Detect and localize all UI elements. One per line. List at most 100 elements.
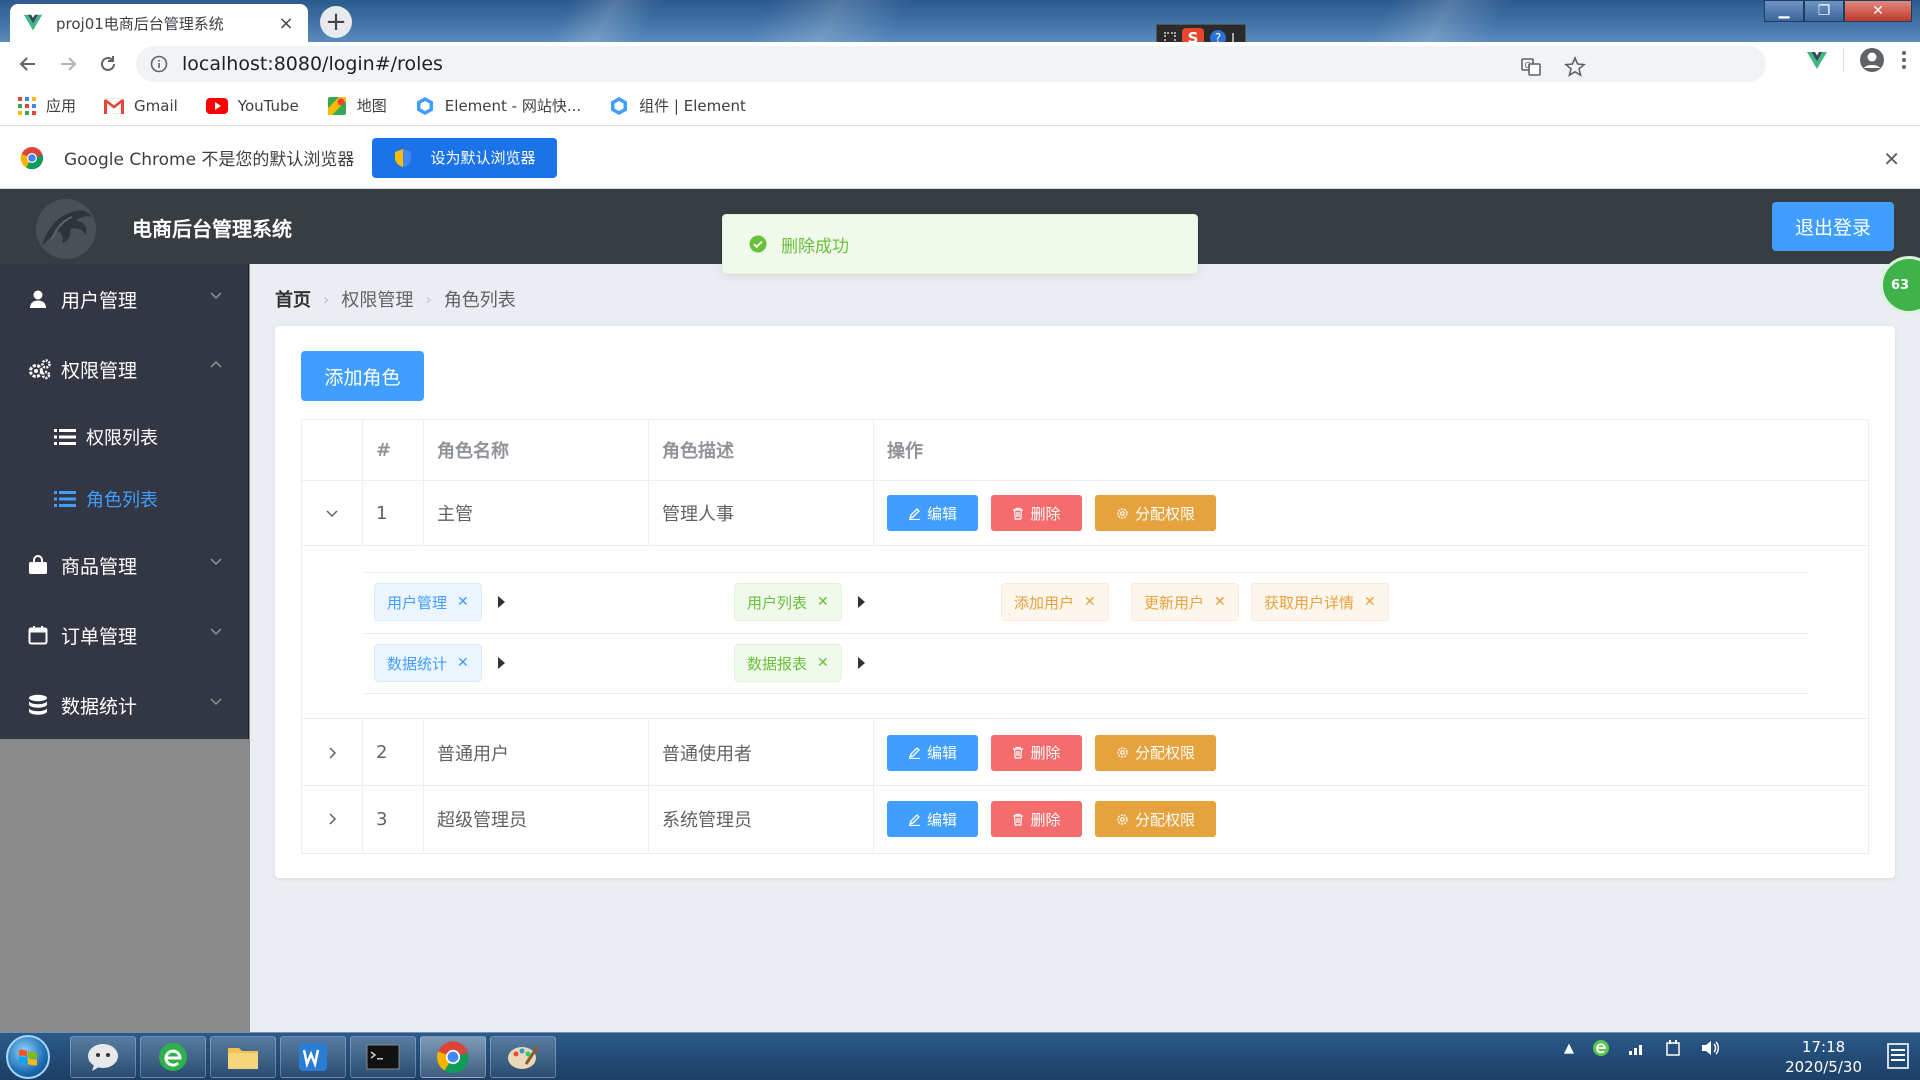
translate-icon[interactable]: G	[1520, 56, 1542, 78]
bookmark-maps[interactable]: 地图	[327, 95, 387, 116]
breadcrumb-home[interactable]: 首页	[275, 286, 311, 312]
tag-close-icon[interactable]: ✕	[1214, 594, 1226, 610]
sidebar-item-label: 权限管理	[61, 359, 138, 382]
back-button[interactable]	[8, 44, 48, 84]
browser-tab[interactable]: proj01电商后台管理系统 ×	[10, 4, 308, 42]
reload-button[interactable]	[88, 44, 128, 84]
network-icon[interactable]	[1628, 1040, 1646, 1056]
taskbar-explorer[interactable]	[210, 1036, 276, 1078]
right-tag-level2: 用户列表 ✕	[734, 583, 842, 621]
column-header: 角色名称	[424, 420, 649, 480]
youtube-icon	[205, 97, 228, 114]
keyboard-icon[interactable]	[1164, 32, 1176, 42]
bookmark-label: 应用	[46, 97, 77, 115]
power-icon[interactable]	[1664, 1039, 1682, 1057]
bookmark-star-icon[interactable]	[1564, 56, 1586, 78]
delete-button[interactable]: 删除	[991, 495, 1082, 531]
logout-button[interactable]: 退出登录	[1772, 202, 1894, 251]
taskbar-ie[interactable]	[140, 1036, 206, 1078]
set-default-browser-button[interactable]: 设为默认浏览器	[372, 137, 558, 178]
bookmark-element-components[interactable]: 组件 | Element	[609, 95, 746, 116]
tab-close-icon[interactable]: ×	[276, 13, 296, 34]
add-role-button[interactable]: 添加角色	[301, 351, 424, 401]
sidebar-item-users[interactable]: 用户管理	[0, 264, 249, 334]
assign-rights-button[interactable]: 分配权限	[1095, 734, 1216, 771]
vue-devtools-icon[interactable]	[1805, 48, 1829, 72]
expand-toggle[interactable]	[302, 786, 363, 852]
taskbar-paint[interactable]	[490, 1036, 556, 1078]
window-controls: ▁ ❐ ✕	[1764, 0, 1912, 22]
roles-table: # 角色名称 角色描述 操作 1 主管 管理人事 编辑 删除 分配权限 用户管理…	[301, 419, 1869, 854]
bookmark-youtube[interactable]: YouTube	[205, 97, 299, 115]
level2-group: 用户列表 ✕ 添加用户 ✕ 更新用户 ✕ 获取用户详情 ✕	[724, 573, 1808, 633]
volume-icon[interactable]	[1700, 1039, 1720, 1057]
tag-close-icon[interactable]: ✕	[817, 594, 829, 610]
delete-label: 删除	[1030, 744, 1061, 762]
close-window-button[interactable]: ✕	[1844, 0, 1912, 22]
minimize-button[interactable]: ▁	[1764, 0, 1804, 22]
tag-close-icon[interactable]: ✕	[1364, 594, 1376, 610]
right-tag-level3: 获取用户详情 ✕	[1251, 583, 1389, 621]
action-center-icon[interactable]	[1886, 1041, 1910, 1071]
assign-rights-button[interactable]: 分配权限	[1095, 801, 1216, 837]
paint-palette-icon	[508, 1045, 540, 1069]
new-tab-button[interactable]: +	[320, 6, 352, 38]
forward-button[interactable]	[48, 44, 88, 84]
assign-rights-button[interactable]: 分配权限	[1095, 495, 1216, 531]
calendar-icon	[28, 626, 48, 645]
tray-expand-icon[interactable]: ▲	[1564, 1041, 1574, 1056]
assign-rights-label: 分配权限	[1134, 744, 1195, 762]
info-icon[interactable]	[150, 55, 168, 73]
taskbar-terminal[interactable]	[350, 1036, 416, 1078]
bookmark-apps[interactable]: 应用	[18, 95, 76, 116]
logo-icon	[36, 199, 96, 259]
taskbar-wps[interactable]	[280, 1036, 346, 1078]
delete-button[interactable]: 删除	[991, 801, 1082, 837]
start-button[interactable]	[6, 1035, 50, 1079]
role-description: 普通使用者	[649, 720, 874, 785]
role-index: 2	[363, 720, 424, 785]
taskbar-chrome[interactable]	[420, 1036, 486, 1078]
edit-button[interactable]: 编辑	[887, 495, 978, 531]
bookmark-gmail[interactable]: Gmail	[104, 97, 178, 115]
url-text[interactable]: localhost:8080/login#/roles	[182, 53, 443, 75]
edit-button[interactable]: 编辑	[887, 734, 978, 771]
ime-toolbar[interactable]: S ?	[1156, 24, 1246, 42]
menu-dots-icon[interactable]	[1900, 48, 1908, 72]
chrome-logo-icon	[20, 146, 44, 169]
chevron-up-icon	[210, 360, 222, 368]
taskbar-wechat[interactable]	[70, 1036, 136, 1078]
caret-right-icon	[858, 657, 865, 669]
tray-browser-icon[interactable]	[1592, 1039, 1610, 1057]
tag-close-icon[interactable]: ✕	[817, 655, 829, 671]
sogou-icon[interactable]: S	[1182, 28, 1204, 42]
setting-icon	[1117, 507, 1128, 519]
sidebar-item-reports[interactable]: 数据统计	[0, 670, 249, 740]
sidebar-item-goods[interactable]: 商品管理	[0, 530, 249, 600]
sidebar-item-permissions[interactable]: 权限管理	[0, 334, 249, 404]
clock[interactable]: 17:18 2020/5/30	[1785, 1037, 1862, 1077]
edit-button[interactable]: 编辑	[887, 801, 978, 837]
sidebar-menu: 用户管理 权限管理 权限列表 角色列表 商品管理 订单管理 数据统计	[0, 264, 249, 739]
table-row: 2 普通用户 普通使用者 编辑 删除 分配权限	[302, 720, 1868, 786]
tag-label: 获取用户详情	[1264, 593, 1355, 612]
bookmark-element-nav[interactable]: Element - 网站快...	[415, 95, 581, 116]
address-bar[interactable]: localhost:8080/login#/roles G	[136, 46, 1766, 82]
infobar-close-icon[interactable]: ✕	[1883, 147, 1900, 171]
expand-toggle[interactable]	[302, 720, 363, 785]
tag-close-icon[interactable]: ✕	[457, 594, 469, 610]
help-icon[interactable]: ?	[1210, 30, 1226, 42]
expand-toggle[interactable]	[302, 481, 363, 545]
level2-group: 数据报表 ✕	[724, 634, 1808, 694]
tag-close-icon[interactable]: ✕	[1084, 594, 1096, 610]
more-icon[interactable]	[1232, 33, 1238, 42]
profile-avatar-icon[interactable]	[1858, 46, 1886, 74]
sidebar-item-orders[interactable]: 订单管理	[0, 600, 249, 670]
maximize-button[interactable]: ❐	[1804, 0, 1844, 22]
right-tag-level2: 数据报表 ✕	[734, 644, 842, 682]
sidebar-subitem-rights-list[interactable]: 权限列表	[0, 406, 249, 468]
delete-button[interactable]: 删除	[991, 734, 1082, 771]
edit-label: 编辑	[926, 744, 957, 762]
sidebar-subitem-roles-list[interactable]: 角色列表	[0, 468, 249, 530]
tag-close-icon[interactable]: ✕	[457, 655, 469, 671]
